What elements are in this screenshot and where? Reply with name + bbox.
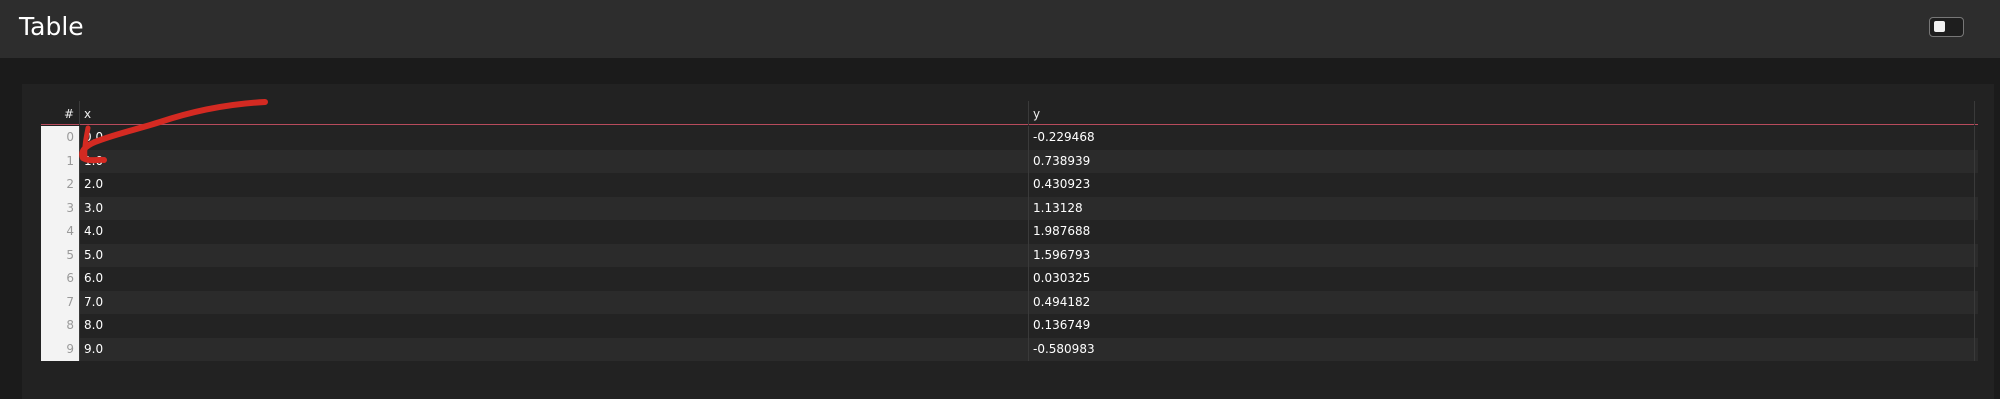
- table-row[interactable]: 6 6.0 0.030325: [41, 267, 1978, 291]
- table-row[interactable]: 7 7.0 0.494182: [41, 290, 1978, 314]
- row-index-cell[interactable]: 6: [41, 267, 79, 291]
- row-index-cell[interactable]: 9: [41, 337, 79, 361]
- x-cell[interactable]: 9.0: [79, 337, 1028, 361]
- theme-toggle[interactable]: [1929, 17, 1964, 37]
- y-cell[interactable]: 0.136749: [1028, 314, 1975, 338]
- y-cell[interactable]: 1.596793: [1028, 243, 1975, 267]
- x-cell[interactable]: 8.0: [79, 314, 1028, 338]
- y-cell[interactable]: 1.987688: [1028, 220, 1975, 244]
- y-cell[interactable]: 0.494182: [1028, 290, 1975, 314]
- table-row[interactable]: 0 0.0 -0.229468: [41, 126, 1978, 150]
- row-index-cell[interactable]: 2: [41, 173, 79, 197]
- table-row[interactable]: 5 5.0 1.596793: [41, 243, 1978, 267]
- column-header-y[interactable]: y: [1028, 101, 1975, 125]
- row-index-cell[interactable]: 5: [41, 243, 79, 267]
- y-cell[interactable]: 0.738939: [1028, 149, 1975, 173]
- x-cell[interactable]: 3.0: [79, 196, 1028, 220]
- table-row[interactable]: 8 8.0 0.136749: [41, 314, 1978, 338]
- row-index-cell[interactable]: 4: [41, 220, 79, 244]
- table-row[interactable]: 2 2.0 0.430923: [41, 173, 1978, 197]
- y-cell[interactable]: 0.430923: [1028, 173, 1975, 197]
- row-index-cell[interactable]: 7: [41, 290, 79, 314]
- app-header: Table: [0, 0, 2000, 58]
- page-title: Table: [19, 12, 84, 41]
- table-row[interactable]: 3 3.0 1.13128: [41, 196, 1978, 220]
- x-cell[interactable]: 2.0: [79, 173, 1028, 197]
- toggle-knob: [1934, 21, 1945, 32]
- x-cell[interactable]: 1.0: [79, 149, 1028, 173]
- row-index-cell[interactable]: 0: [41, 126, 79, 150]
- column-header-x[interactable]: x: [79, 101, 1028, 125]
- column-header-index[interactable]: #: [41, 101, 79, 125]
- y-cell[interactable]: 1.13128: [1028, 196, 1975, 220]
- x-cell[interactable]: 0.0: [79, 126, 1028, 150]
- y-cell[interactable]: 0.030325: [1028, 267, 1975, 291]
- table-header-row: # x y: [41, 101, 1978, 125]
- moon-icon[interactable]: [1984, 17, 2000, 37]
- x-cell[interactable]: 5.0: [79, 243, 1028, 267]
- y-cell[interactable]: -0.229468: [1028, 126, 1975, 150]
- x-cell[interactable]: 6.0: [79, 267, 1028, 291]
- x-cell[interactable]: 4.0: [79, 220, 1028, 244]
- data-table[interactable]: # x y 0 0.0 -0.229468 1 1.0 0.738939 2 2.0 0.430…: [41, 101, 1978, 361]
- x-cell[interactable]: 7.0: [79, 290, 1028, 314]
- table-row[interactable]: 1 1.0 0.738939: [41, 149, 1978, 173]
- row-index-cell[interactable]: 8: [41, 314, 79, 338]
- y-cell[interactable]: -0.580983: [1028, 337, 1975, 361]
- row-index-cell[interactable]: 1: [41, 149, 79, 173]
- row-index-cell[interactable]: 3: [41, 196, 79, 220]
- table-row[interactable]: 9 9.0 -0.580983: [41, 337, 1978, 361]
- table-row[interactable]: 4 4.0 1.987688: [41, 220, 1978, 244]
